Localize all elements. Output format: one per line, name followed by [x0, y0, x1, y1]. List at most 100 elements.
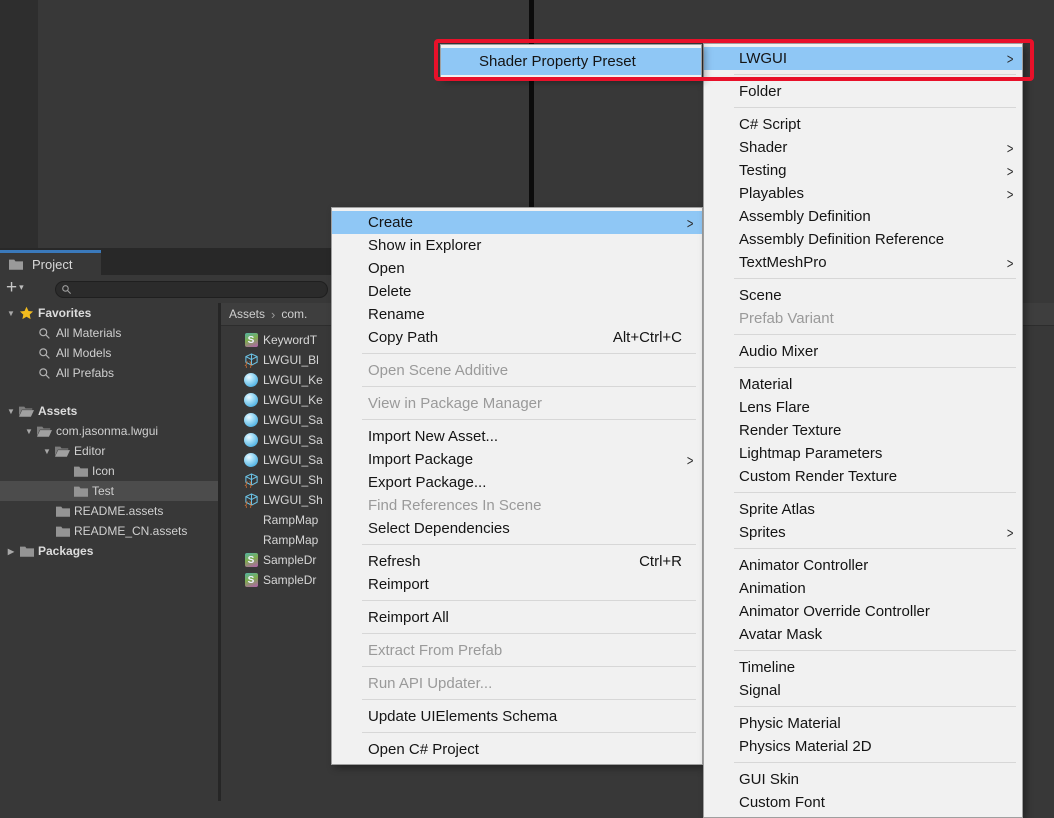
menu-item-label: Select Dependencies	[368, 520, 510, 537]
file-item-label: LWGUI_Bl	[263, 353, 319, 367]
folder-open-icon	[54, 443, 71, 459]
breadcrumb-assets[interactable]: Assets	[229, 307, 265, 321]
menu-item-find-references-in-scene: Find References In Scene	[332, 494, 702, 517]
menu-separator	[362, 544, 696, 545]
menu-item-animation[interactable]: Animation	[704, 577, 1022, 600]
menu-item-label: Render Texture	[739, 422, 841, 439]
tree-item-all-models[interactable]: All Models	[0, 343, 218, 363]
menu-item-scene[interactable]: Scene	[704, 284, 1022, 307]
tree-item-com-jasonma-lwgui[interactable]: ▼com.jasonma.lwgui	[0, 421, 218, 441]
tree-item-label: Test	[92, 484, 114, 498]
menu-separator	[362, 732, 696, 733]
menu-item-animator-override-controller[interactable]: Animator Override Controller	[704, 600, 1022, 623]
menu-item-playables[interactable]: Playables>	[704, 182, 1022, 205]
menu-item-assembly-definition-reference[interactable]: Assembly Definition Reference	[704, 228, 1022, 251]
menu-item-folder[interactable]: Folder	[704, 80, 1022, 103]
menu-item-physic-material[interactable]: Physic Material	[704, 712, 1022, 735]
menu-item-delete[interactable]: Delete	[332, 280, 702, 303]
menu-item-lightmap-parameters[interactable]: Lightmap Parameters	[704, 442, 1022, 465]
folder-icon	[54, 523, 71, 539]
menu-item-label: Reimport All	[368, 609, 449, 626]
tree-item-favorites[interactable]: ▼Favorites	[0, 303, 218, 323]
menu-item-import-new-asset[interactable]: Import New Asset...	[332, 425, 702, 448]
menu-item-export-package[interactable]: Export Package...	[332, 471, 702, 494]
tree-item-editor[interactable]: ▼Editor	[0, 441, 218, 461]
menu-item-custom-render-texture[interactable]: Custom Render Texture	[704, 465, 1022, 488]
menu-item-sprite-atlas[interactable]: Sprite Atlas	[704, 498, 1022, 521]
menu-item-timeline[interactable]: Timeline	[704, 656, 1022, 679]
breadcrumb-com[interactable]: com.	[281, 307, 307, 321]
tree-item-readme-cn-assets[interactable]: README_CN.assets	[0, 521, 218, 541]
tree-item-label: All Models	[56, 346, 111, 360]
menu-item-audio-mixer[interactable]: Audio Mixer	[704, 340, 1022, 363]
search-input[interactable]	[72, 283, 306, 297]
menu-item-avatar-mask[interactable]: Avatar Mask	[704, 623, 1022, 646]
add-asset-button[interactable]: + ▾	[6, 278, 24, 297]
breadcrumb-separator-icon: ›	[271, 307, 275, 322]
menu-item-copy-path[interactable]: Copy PathAlt+Ctrl+C	[332, 326, 702, 349]
menu-item-label: TextMeshPro	[739, 254, 827, 271]
menu-item-label: Rename	[368, 306, 425, 323]
tree-item-label: Icon	[92, 464, 115, 478]
tab-project[interactable]: Project	[0, 250, 101, 275]
menu-item-custom-font[interactable]: Custom Font	[704, 791, 1022, 814]
tree-item-all-materials[interactable]: All Materials	[0, 323, 218, 343]
menu-item-c-script[interactable]: C# Script	[704, 113, 1022, 136]
menu-item-reimport-all[interactable]: Reimport All	[332, 606, 702, 629]
menu-item-open[interactable]: Open	[332, 257, 702, 280]
menu-item-animator-controller[interactable]: Animator Controller	[704, 554, 1022, 577]
expand-arrow-icon[interactable]: ▼	[4, 407, 18, 416]
expand-arrow-icon[interactable]: ▼	[22, 427, 36, 436]
menu-item-label: Assembly Definition Reference	[739, 231, 944, 248]
menu-item-sprites[interactable]: Sprites>	[704, 521, 1022, 544]
folder-open-icon	[18, 403, 35, 419]
menu-item-lens-flare[interactable]: Lens Flare	[704, 396, 1022, 419]
menu-item-label: Refresh	[368, 553, 421, 570]
menu-item-view-in-package-manager: View in Package Manager	[332, 392, 702, 415]
menu-item-textmeshpro[interactable]: TextMeshPro >	[704, 251, 1022, 274]
menu-item-signal[interactable]: Signal	[704, 679, 1022, 702]
tree-item-label: Assets	[38, 404, 77, 418]
menu-item-create[interactable]: Create>	[332, 211, 702, 234]
expand-arrow-icon[interactable]: ▼	[40, 447, 54, 456]
menu-item-material[interactable]: Material	[704, 373, 1022, 396]
menu-item-label: Run API Updater...	[368, 675, 492, 692]
menu-item-render-texture[interactable]: Render Texture	[704, 419, 1022, 442]
folder-icon	[7, 256, 24, 272]
tree-item-readme-assets[interactable]: README.assets	[0, 501, 218, 521]
file-item-label: SampleDr	[263, 553, 316, 567]
submenu-arrow-icon: >	[1007, 162, 1014, 179]
search-icon	[36, 325, 53, 341]
menu-item-select-dependencies[interactable]: Select Dependencies	[332, 517, 702, 540]
menu-item-assembly-definition[interactable]: Assembly Definition	[704, 205, 1022, 228]
menu-item-label: Prefab Variant	[739, 310, 834, 327]
tree-item-all-prefabs[interactable]: All Prefabs	[0, 363, 218, 383]
submenu-arrow-icon: >	[1007, 254, 1014, 271]
menu-item-physics-material-2d[interactable]: Physics Material 2D	[704, 735, 1022, 758]
expand-arrow-icon[interactable]: ▼	[4, 309, 18, 318]
tree-item-test[interactable]: Test	[0, 481, 218, 501]
menu-item-reimport[interactable]: Reimport	[332, 573, 702, 596]
menu-item-shader[interactable]: Shader>	[704, 136, 1022, 159]
menu-item-label: Delete	[368, 283, 411, 300]
tree-item-packages[interactable]: ▶Packages	[0, 541, 218, 561]
menu-item-gui-skin[interactable]: GUI Skin	[704, 768, 1022, 791]
menu-item-show-in-explorer[interactable]: Show in Explorer	[332, 234, 702, 257]
script-icon: S	[243, 333, 259, 348]
file-item-label: LWGUI_Sa	[263, 413, 323, 427]
menu-separator	[734, 762, 1016, 763]
menu-item-open-c-project[interactable]: Open C# Project	[332, 738, 702, 761]
tree-item-icon[interactable]: Icon	[0, 461, 218, 481]
menu-item-testing[interactable]: Testing>	[704, 159, 1022, 182]
menu-item-update-uielements-schema[interactable]: Update UIElements Schema	[332, 705, 702, 728]
file-item-label: RampMap	[263, 533, 318, 547]
tree-item-assets[interactable]: ▼ Assets	[0, 401, 218, 421]
file-item-label: RampMap	[263, 513, 318, 527]
menu-separator	[362, 353, 696, 354]
menu-item-rename[interactable]: Rename	[332, 303, 702, 326]
menu-item-import-package[interactable]: Import Package>	[332, 448, 702, 471]
submenu-arrow-icon: >	[687, 451, 694, 468]
menu-item-label: Physics Material 2D	[739, 738, 872, 755]
menu-item-refresh[interactable]: RefreshCtrl+R	[332, 550, 702, 573]
collapse-arrow-icon[interactable]: ▶	[4, 547, 18, 556]
